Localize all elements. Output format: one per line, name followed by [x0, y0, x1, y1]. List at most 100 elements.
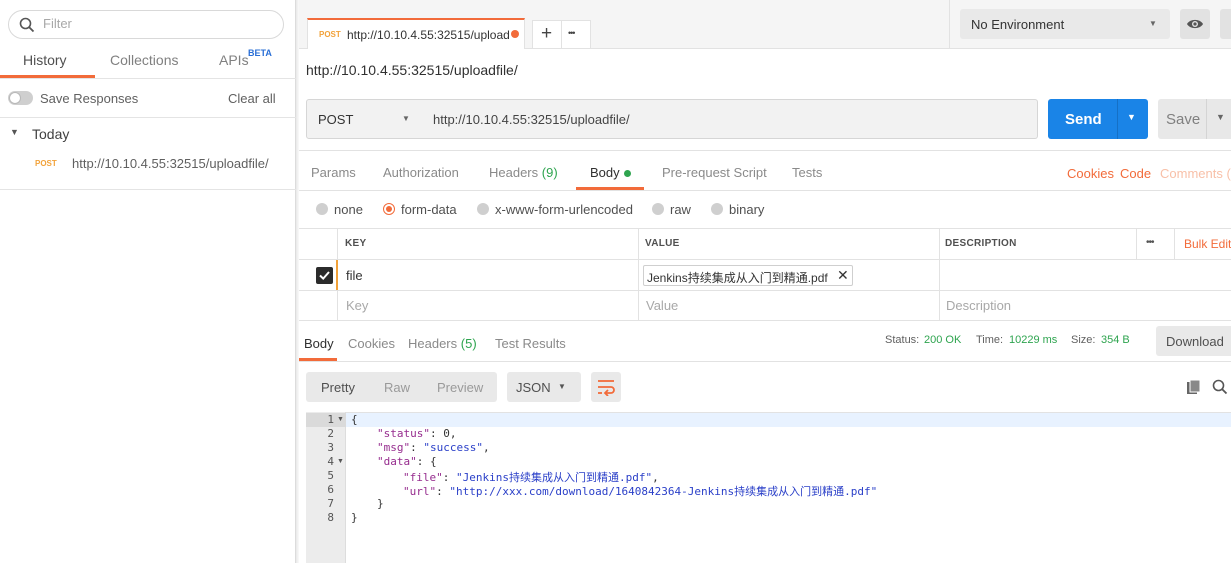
tab-headers-label: Headers — [489, 165, 539, 180]
line-number: 5 — [327, 469, 334, 482]
history-item[interactable]: POST http://10.10.4.55:32515/uploadfile/ — [0, 150, 296, 178]
wrap-lines-button[interactable] — [591, 372, 621, 402]
headers-count: (9) — [541, 165, 558, 180]
unsaved-dot-icon — [511, 30, 519, 38]
fold-toggle-icon[interactable]: ▼ — [337, 416, 344, 423]
line-number: 4 — [327, 455, 334, 468]
request-tab[interactable]: POST http://10.10.4.55:32515/upload — [307, 18, 525, 49]
radio-form-data[interactable] — [383, 203, 395, 215]
row-enabled-checkbox[interactable] — [316, 267, 333, 284]
bulk-edit-link[interactable]: Bulk Edit — [1184, 237, 1231, 251]
divider — [1206, 99, 1207, 139]
wrap-icon — [598, 380, 615, 396]
radio-none-label[interactable]: none — [334, 202, 363, 217]
code-link[interactable]: Code — [1120, 166, 1151, 181]
row-key-cell[interactable]: file — [346, 268, 363, 283]
comments-link[interactable]: Comments (0) — [1160, 166, 1231, 181]
environment-quick-look-button[interactable] — [1180, 9, 1210, 39]
json-string: "http://xxx.com/download/1640842364-Jenk… — [449, 485, 878, 498]
new-description-input[interactable]: Description — [946, 298, 1011, 313]
radio-x-www-form-urlencoded[interactable] — [477, 203, 489, 215]
file-chip[interactable]: Jenkins持续集成从入门到精通.pdf ✕ — [643, 265, 853, 286]
response-tab-headers[interactable]: Headers (5) — [408, 336, 477, 351]
line-number: 3 — [327, 441, 334, 454]
method-select[interactable]: POST ▼ — [306, 99, 423, 139]
divider — [0, 78, 296, 79]
download-button[interactable]: Download — [1156, 326, 1231, 356]
format-select[interactable]: JSON ▼ — [507, 372, 581, 402]
response-tab-body[interactable]: Body — [304, 336, 334, 351]
save-button[interactable]: Save ▼ — [1158, 99, 1231, 139]
radio-binary[interactable] — [711, 203, 723, 215]
status-value[interactable]: 200 OK — [924, 334, 961, 346]
radio-raw-label[interactable]: raw — [670, 202, 691, 217]
filter-input[interactable] — [43, 16, 263, 31]
history-item-url: http://10.10.4.55:32515/uploadfile/ — [72, 156, 269, 171]
json-key: "msg" — [377, 441, 411, 454]
file-chip-name: Jenkins持续集成从入门到精通.pdf — [647, 271, 828, 285]
tab-params[interactable]: Params — [311, 165, 356, 180]
size-value[interactable]: 354 B — [1101, 334, 1130, 346]
new-value-input[interactable]: Value — [646, 298, 678, 313]
chevron-down-icon[interactable]: ▼ — [10, 127, 19, 137]
tab-tests[interactable]: Tests — [792, 165, 822, 180]
send-options-chevron-icon[interactable]: ▼ — [1127, 112, 1136, 122]
tab-headers[interactable]: Headers (9) — [489, 165, 558, 180]
filter-input-box[interactable] — [8, 10, 284, 39]
radio-none[interactable] — [316, 203, 328, 215]
eye-icon — [1187, 19, 1203, 29]
time-label: Time: — [976, 334, 1004, 346]
url-input-value: http://10.10.4.55:32515/uploadfile/ — [433, 112, 630, 127]
view-preview-button[interactable]: Preview — [437, 380, 483, 395]
url-input[interactable]: http://10.10.4.55:32515/uploadfile/ — [422, 99, 1038, 139]
view-raw-button[interactable]: Raw — [384, 380, 410, 395]
fold-toggle-icon[interactable]: ▼ — [337, 458, 344, 465]
code-line: "url": "http://xxx.com/download/16408423… — [403, 485, 878, 498]
request-tab-method: POST — [319, 30, 341, 39]
download-button-label: Download — [1166, 334, 1224, 349]
divider — [299, 320, 1231, 321]
json-string: "success" — [423, 441, 483, 454]
response-tab-test-results[interactable]: Test Results — [495, 336, 566, 351]
json-number: 0 — [443, 427, 450, 440]
time-value[interactable]: 10229 ms — [1009, 334, 1057, 346]
chevron-down-icon: ▼ — [558, 382, 566, 391]
radio-binary-label[interactable]: binary — [729, 202, 764, 217]
history-group-label[interactable]: Today — [32, 126, 69, 142]
cookies-link[interactable]: Cookies — [1067, 166, 1114, 181]
new-key-input[interactable]: Key — [346, 298, 368, 313]
tab-authorization[interactable]: Authorization — [383, 165, 459, 180]
new-tab-button[interactable]: + — [532, 20, 562, 49]
divider — [299, 361, 1231, 362]
response-tab-cookies[interactable]: Cookies — [348, 336, 395, 351]
send-button[interactable]: Send ▼ — [1048, 99, 1148, 139]
clear-all-button[interactable]: Clear all — [228, 91, 276, 106]
divider — [299, 190, 1231, 191]
line-number: 7 — [327, 497, 334, 510]
view-pretty-button[interactable]: Pretty — [321, 380, 355, 395]
environment-select[interactable]: No Environment ▼ — [960, 9, 1170, 39]
tab-collections[interactable]: Collections — [110, 52, 178, 68]
code-line: } — [377, 497, 384, 510]
radio-raw[interactable] — [652, 203, 664, 215]
remove-file-icon[interactable]: ✕ — [837, 267, 849, 284]
more-tabs-button[interactable]: ••• — [561, 20, 591, 49]
settings-button[interactable] — [1220, 9, 1231, 39]
save-responses-toggle[interactable] — [8, 91, 33, 105]
search-icon[interactable] — [1212, 379, 1228, 395]
line-number: 8 — [327, 511, 334, 524]
divider — [1136, 228, 1137, 260]
tab-body[interactable]: Body — [590, 165, 631, 180]
json-key: "url" — [403, 485, 437, 498]
tab-apis[interactable]: APIs BETA — [219, 48, 272, 68]
copy-icon[interactable] — [1186, 379, 1202, 395]
history-item-method: POST — [35, 159, 57, 168]
tab-history[interactable]: History — [23, 52, 67, 68]
toggle-knob — [9, 92, 21, 104]
radio-form-data-label[interactable]: form-data — [401, 202, 457, 217]
table-options-ellipsis-icon[interactable]: ••• — [1146, 237, 1154, 248]
save-options-chevron-icon[interactable]: ▼ — [1216, 112, 1225, 122]
radio-x-www-form-urlencoded-label[interactable]: x-www-form-urlencoded — [495, 202, 633, 217]
tab-pre-request-script[interactable]: Pre-request Script — [662, 165, 767, 180]
divider — [949, 0, 950, 49]
